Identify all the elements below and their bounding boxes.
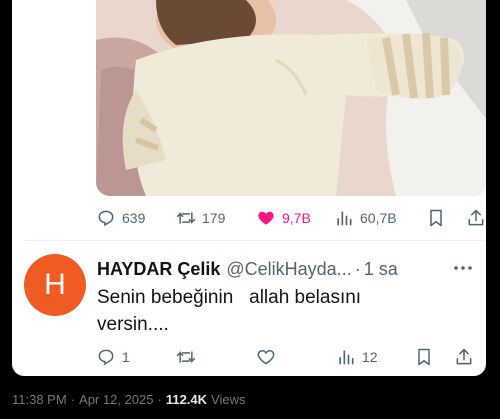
separator-dot: · — [157, 391, 162, 407]
post-date[interactable]: Apr 12, 2025 — [79, 392, 153, 407]
reply-icon — [98, 349, 114, 366]
tweet-media-photo[interactable] — [96, 0, 486, 196]
total-views-count: 112.4K — [165, 391, 208, 407]
separator-dot: · — [70, 391, 76, 407]
reply-count: 1 — [122, 349, 130, 365]
reply-header: HAYDAR Çelik @CelikHayda... · 1 sa — [97, 257, 398, 281]
bookmark-button[interactable] — [414, 345, 434, 369]
reply-action-bar: 1 12 — [96, 345, 476, 369]
reply-text: Senin bebeğinin allah belasını versin...… — [97, 287, 362, 335]
more-options-button[interactable] — [452, 258, 474, 278]
share-icon — [456, 348, 472, 365]
photo-illustration — [96, 0, 486, 196]
views-button[interactable]: 12 — [336, 345, 378, 369]
avatar[interactable]: H — [24, 254, 86, 316]
retweet-icon — [176, 351, 196, 363]
views-count: 60,7B — [360, 210, 397, 226]
share-icon — [468, 209, 484, 226]
retweet-count: 179 — [202, 210, 226, 226]
like-button[interactable]: 9,7B — [256, 206, 311, 230]
views-icon — [337, 211, 352, 226]
heart-filled-icon — [258, 211, 274, 225]
views-button[interactable]: 60,7B — [334, 206, 397, 230]
bookmark-icon — [418, 348, 430, 366]
reply-author-name[interactable]: HAYDAR Çelik — [97, 259, 220, 280]
heart-icon — [257, 349, 275, 365]
views-count: 12 — [362, 349, 378, 365]
divider — [24, 240, 486, 241]
retweet-button[interactable] — [176, 345, 202, 369]
views-label: Views — [211, 391, 246, 407]
tweet-meta-footer: 11:38 PM · Apr 12, 2025 · 112.4K Views — [12, 390, 245, 408]
like-count: 9,7B — [282, 210, 311, 226]
reply-timestamp[interactable]: 1 sa — [364, 259, 398, 280]
more-icon — [454, 266, 472, 270]
retweet-button[interactable]: 179 — [176, 206, 225, 230]
views-icon — [339, 350, 354, 365]
bookmark-button[interactable] — [426, 206, 446, 230]
reply-button[interactable]: 639 — [96, 206, 145, 230]
reply-count: 639 — [122, 210, 146, 226]
post-time[interactable]: 11:38 PM — [12, 392, 67, 407]
like-button[interactable] — [256, 345, 282, 369]
share-button[interactable] — [454, 345, 474, 369]
retweet-icon — [176, 212, 196, 224]
reply-button[interactable]: 1 — [96, 345, 130, 369]
reply-icon — [98, 210, 114, 227]
reply-author-handle[interactable]: @CelikHayda... — [226, 259, 351, 280]
bookmark-icon — [430, 209, 442, 227]
avatar-letter: H — [44, 268, 66, 301]
separator-dot: · — [354, 258, 361, 279]
tweet-action-bar: 639 179 9,7B 60,7B — [96, 206, 484, 230]
share-button[interactable] — [466, 206, 486, 230]
